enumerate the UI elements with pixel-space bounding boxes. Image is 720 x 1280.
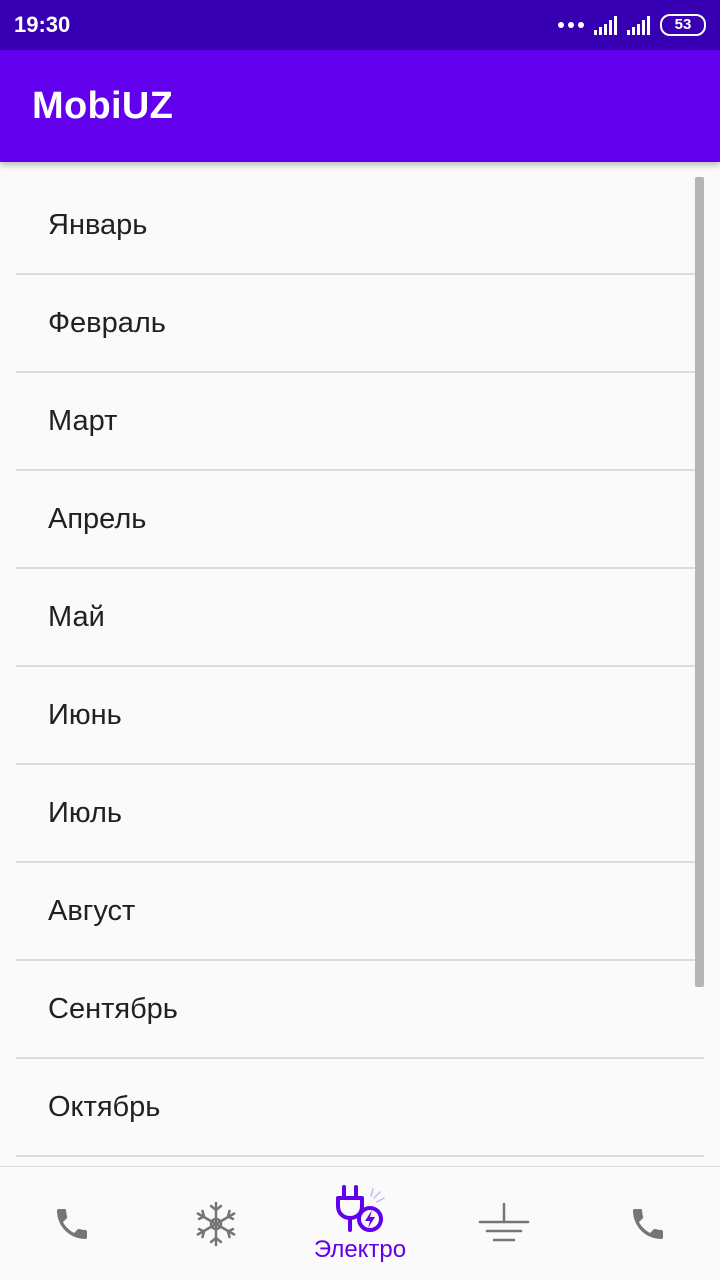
battery-icon: 53 (660, 14, 706, 36)
list-item-february[interactable]: Февраль (16, 275, 704, 373)
signal-icon-1 (594, 15, 617, 35)
phone-icon (57, 1208, 87, 1239)
list-item-october[interactable]: Октябрь (16, 1059, 704, 1157)
status-time: 19:30 (14, 12, 71, 37)
list-item-may[interactable]: Май (16, 569, 704, 667)
ground-icon (478, 1202, 530, 1241)
list-item-january[interactable]: Январь (16, 177, 704, 275)
plug-icon (336, 1184, 385, 1232)
status-bar: 19:30 53 (0, 0, 720, 50)
status-indicators: 53 (558, 14, 706, 36)
list-item-march[interactable]: Март (16, 373, 704, 471)
nav-item-phone-2[interactable] (583, 1174, 713, 1274)
month-list[interactable]: Январь Февраль Март Апрель Май Июнь Июль… (16, 177, 704, 1165)
nav-item-electro[interactable]: Электро (295, 1174, 425, 1274)
phone-icon (633, 1208, 663, 1239)
app-bar: MobiUZ (0, 50, 720, 162)
nav-label-electro: Электро (313, 1235, 407, 1263)
snowflake-icon (196, 1201, 236, 1246)
nav-item-snowflake[interactable] (151, 1174, 281, 1274)
bottom-navigation: Электро (0, 1166, 720, 1280)
list-item-april[interactable]: Апрель (16, 471, 704, 569)
list-item-june[interactable]: Июнь (16, 667, 704, 765)
app-title: MobiUZ (32, 84, 174, 127)
signal-icon-2 (627, 15, 650, 35)
nav-item-phone-1[interactable] (7, 1174, 137, 1274)
more-notifications-icon (558, 22, 584, 28)
list-item-september[interactable]: Сентябрь (16, 961, 704, 1059)
list-item-july[interactable]: Июль (16, 765, 704, 863)
nav-item-ground[interactable] (439, 1174, 569, 1274)
scrollbar[interactable] (695, 177, 704, 987)
list-item-august[interactable]: Август (16, 863, 704, 961)
